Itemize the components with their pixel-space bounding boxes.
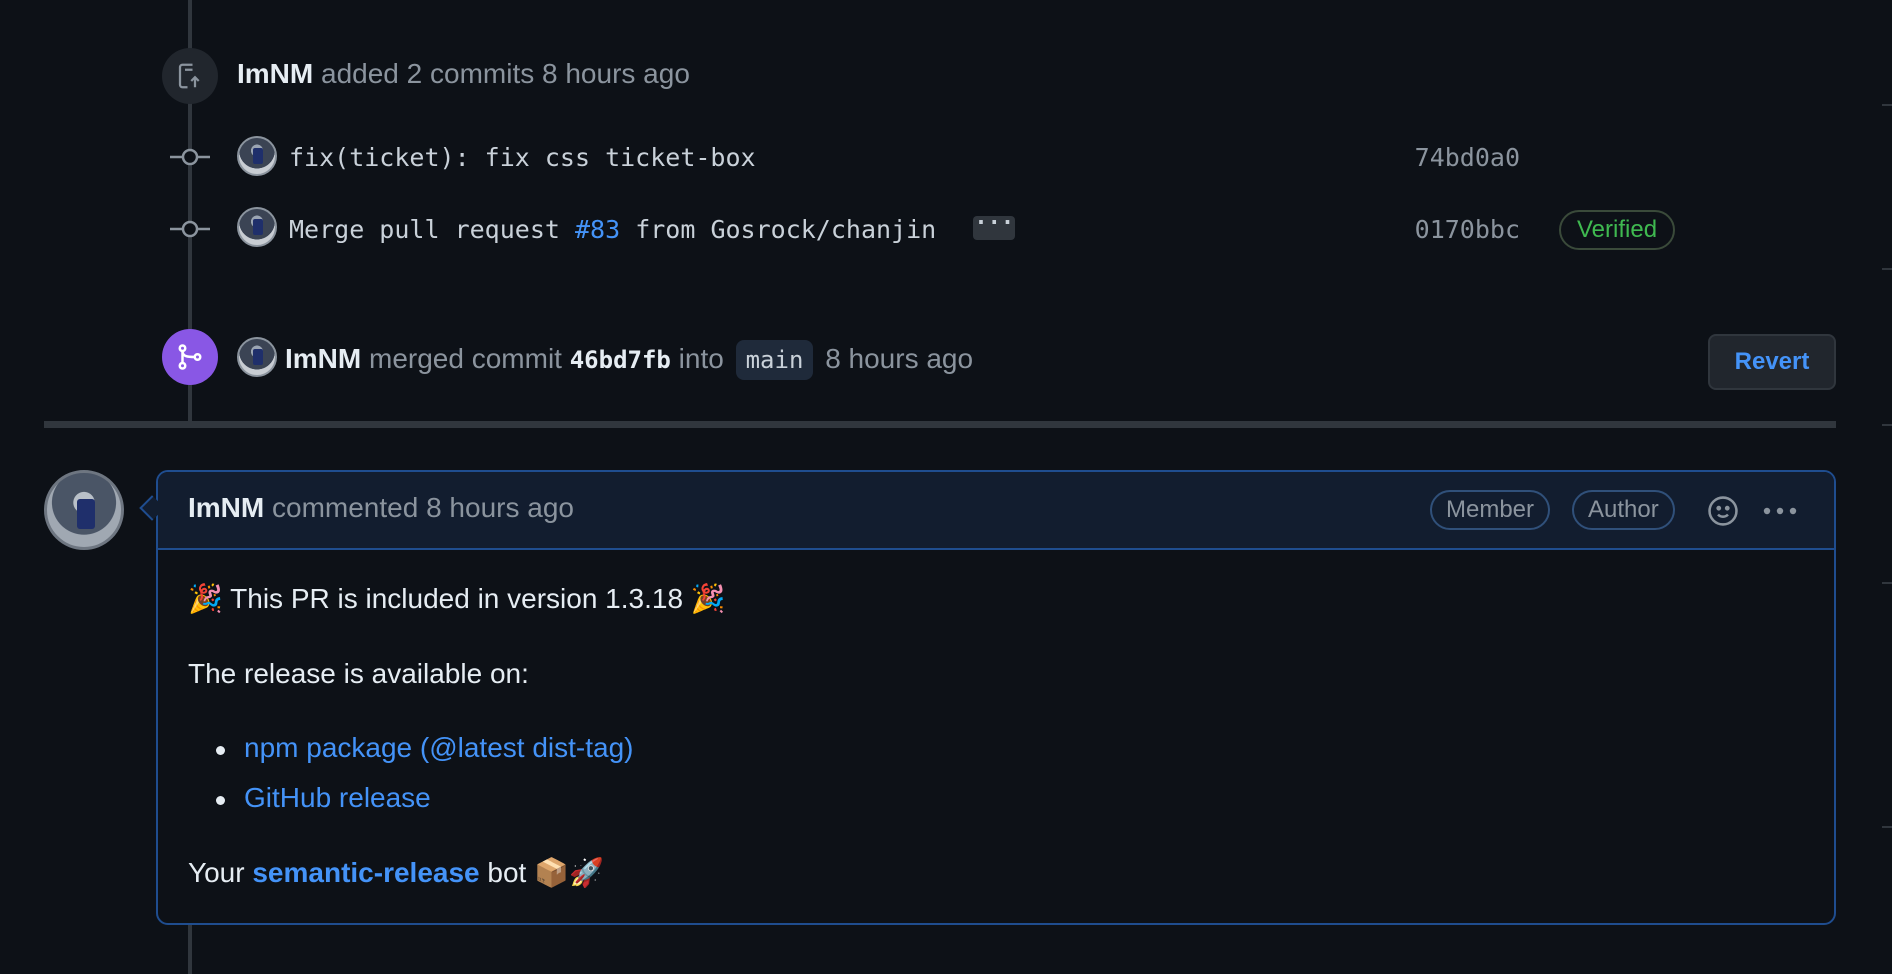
kebab-menu-icon[interactable]	[1761, 492, 1799, 530]
merge-commit-sha[interactable]: 46bd7fb	[570, 346, 671, 374]
bot-signature: Your semantic-release bot 📦🚀	[188, 856, 604, 889]
timeline-divider	[44, 421, 1836, 428]
verified-badge[interactable]: Verified	[1559, 210, 1676, 250]
merged-text: merged commit	[369, 343, 562, 374]
list-bullet	[216, 796, 225, 805]
sidebar-divider	[1882, 104, 1892, 106]
comment-body: 🎉 This PR is included in version 1.3.18 …	[158, 550, 1834, 888]
sidebar-divider	[1882, 826, 1892, 828]
merge-event-author[interactable]: ImNM	[285, 343, 361, 374]
commit-message-suffix[interactable]: from Gosrock/chanjin	[620, 215, 936, 244]
commit-message[interactable]: Merge pull request #83 from Gosrock/chan…	[289, 213, 1016, 244]
commits-event-text: ImNM added 2 commits 8 hours ago	[237, 58, 690, 90]
commits-event-action: added 2 commits 8 hours ago	[321, 58, 690, 89]
timeline-line-bottom	[188, 925, 192, 974]
comment-author[interactable]: ImNM	[188, 492, 264, 523]
merge-event-text: ImNM merged commit 46bd7fb into main 8 h…	[285, 340, 973, 380]
github-release-link[interactable]: GitHub release	[244, 782, 431, 814]
commit-sha[interactable]: 0170bbc	[1415, 215, 1520, 244]
author-badge: Author	[1572, 490, 1675, 530]
semantic-release-link[interactable]: semantic-release	[252, 857, 479, 888]
avatar[interactable]	[237, 207, 277, 247]
npm-package-link[interactable]: npm package (@latest dist-tag)	[244, 732, 633, 764]
merge-time: 8 hours ago	[825, 343, 974, 374]
member-badge: Member	[1430, 490, 1551, 530]
comment-box: ImNM commented 8 hours ago Member Author…	[156, 470, 1836, 925]
sidebar-divider	[1882, 424, 1892, 426]
signature-suffix: bot 📦🚀	[479, 857, 604, 888]
release-available-text: The release is available on:	[188, 658, 529, 689]
signature-prefix: Your	[188, 857, 253, 888]
sidebar-divider	[1882, 268, 1892, 270]
pr-link[interactable]: #83	[575, 215, 620, 244]
avatar[interactable]	[44, 470, 124, 550]
commit-message[interactable]: fix(ticket): fix css ticket-box	[289, 143, 756, 172]
commits-event-author[interactable]: ImNM	[237, 58, 313, 89]
avatar[interactable]	[237, 337, 277, 377]
sidebar-edge	[1870, 0, 1892, 974]
git-merge-icon	[162, 329, 218, 385]
commit-sha[interactable]: 74bd0a0	[1415, 143, 1520, 172]
avatar[interactable]	[237, 136, 277, 176]
revert-button[interactable]: Revert	[1708, 334, 1836, 390]
list-bullet	[216, 746, 225, 755]
commit-message-text[interactable]: fix(ticket): fix css ticket-box	[289, 143, 756, 172]
comment-author-line: ImNM commented 8 hours ago	[188, 492, 574, 524]
comment-header: ImNM commented 8 hours ago Member Author	[158, 472, 1834, 550]
sidebar-divider	[1882, 582, 1892, 584]
expand-commit-button[interactable]: ···	[973, 213, 1016, 240]
commit-message-prefix[interactable]: Merge pull request	[289, 215, 575, 244]
smiley-icon[interactable]	[1704, 492, 1742, 530]
git-commit-icon	[170, 148, 210, 166]
into-text: into	[678, 343, 724, 374]
release-announcement: 🎉 This PR is included in version 1.3.18 …	[188, 583, 726, 614]
comment-time[interactable]: commented 8 hours ago	[272, 492, 574, 523]
git-commit-icon	[170, 220, 210, 238]
branch-chip[interactable]: main	[735, 340, 814, 380]
push-icon	[162, 48, 218, 104]
